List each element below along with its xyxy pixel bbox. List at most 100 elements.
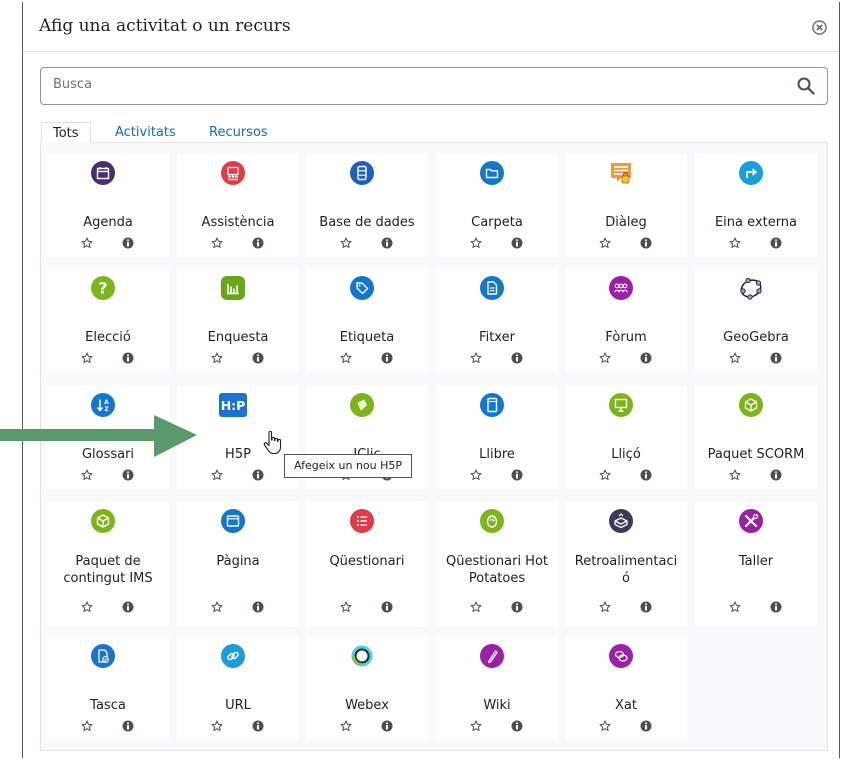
- info-icon[interactable]: [381, 601, 393, 613]
- star-icon[interactable]: [211, 469, 223, 481]
- module-card[interactable]: Fitxer: [436, 268, 558, 372]
- info-icon[interactable]: [640, 720, 652, 732]
- info-icon[interactable]: [770, 237, 782, 249]
- star-icon[interactable]: [470, 469, 482, 481]
- star-icon[interactable]: [599, 601, 611, 613]
- info-icon[interactable]: [770, 601, 782, 613]
- info-icon[interactable]: [122, 469, 134, 481]
- module-card[interactable]: Assistència: [177, 153, 299, 257]
- star-icon[interactable]: [599, 720, 611, 732]
- module-card[interactable]: Xat: [565, 636, 687, 740]
- star-icon[interactable]: [211, 720, 223, 732]
- info-icon[interactable]: [381, 720, 393, 732]
- star-icon[interactable]: [81, 469, 93, 481]
- tab-resources[interactable]: Recursos: [209, 122, 268, 143]
- info-icon[interactable]: [122, 352, 134, 364]
- module-label: Retroalimentaci ó: [574, 554, 678, 586]
- search-icon[interactable]: [797, 77, 815, 95]
- module-card[interactable]: Etiqueta: [306, 268, 428, 372]
- star-icon[interactable]: [81, 720, 93, 732]
- info-icon[interactable]: [252, 469, 264, 481]
- assignment-icon: [91, 644, 115, 668]
- close-icon[interactable]: [812, 20, 827, 35]
- module-card[interactable]: Wiki: [436, 636, 558, 740]
- info-icon[interactable]: [122, 720, 134, 732]
- info-icon[interactable]: [511, 601, 523, 613]
- info-icon[interactable]: [770, 469, 782, 481]
- info-icon[interactable]: [122, 601, 134, 613]
- star-icon[interactable]: [470, 237, 482, 249]
- info-icon[interactable]: [640, 352, 652, 364]
- info-icon[interactable]: [640, 601, 652, 613]
- module-card[interactable]: Qüestionari Hot Potatoes: [436, 501, 558, 627]
- info-icon[interactable]: [252, 352, 264, 364]
- module-card[interactable]: Pàgina: [177, 501, 299, 627]
- module-card[interactable]: Qüestionari: [306, 501, 428, 627]
- module-card[interactable]: Retroalimentaci ó: [565, 501, 687, 627]
- star-icon[interactable]: [81, 601, 93, 613]
- module-card[interactable]: Paquet SCORM: [695, 385, 817, 489]
- module-card[interactable]: ? Elecció: [47, 268, 169, 372]
- module-label: Wiki: [483, 698, 511, 713]
- module-card[interactable]: Webex: [306, 636, 428, 740]
- star-icon[interactable]: [340, 601, 352, 613]
- database-icon: [350, 161, 374, 185]
- info-icon[interactable]: [511, 237, 523, 249]
- hand-cursor-icon: [263, 430, 282, 455]
- info-icon[interactable]: [640, 237, 652, 249]
- star-icon[interactable]: [81, 237, 93, 249]
- info-icon[interactable]: [511, 352, 523, 364]
- module-card[interactable]: Paquet de contingut IMS: [47, 501, 169, 627]
- module-card[interactable]: Base de dades: [306, 153, 428, 257]
- star-icon[interactable]: [599, 237, 611, 249]
- star-icon[interactable]: [470, 601, 482, 613]
- star-icon[interactable]: [729, 237, 741, 249]
- module-card[interactable]: Llibre: [436, 385, 558, 489]
- star-icon[interactable]: [729, 601, 741, 613]
- star-icon[interactable]: [211, 237, 223, 249]
- page-icon: [221, 509, 245, 533]
- module-card[interactable]: Agenda: [47, 153, 169, 257]
- module-card[interactable]: Carpeta: [436, 153, 558, 257]
- star-icon[interactable]: [211, 352, 223, 364]
- tab-all[interactable]: Tots: [41, 122, 91, 143]
- star-icon[interactable]: [599, 352, 611, 364]
- info-icon[interactable]: [511, 720, 523, 732]
- star-icon[interactable]: [729, 352, 741, 364]
- star-icon[interactable]: [81, 352, 93, 364]
- info-icon[interactable]: [252, 720, 264, 732]
- star-icon[interactable]: [729, 469, 741, 481]
- module-card[interactable]: Tasca: [47, 636, 169, 740]
- module-card[interactable]: GeoGebra: [695, 268, 817, 372]
- info-icon[interactable]: [770, 352, 782, 364]
- module-card[interactable]: URL: [177, 636, 299, 740]
- star-icon[interactable]: [340, 237, 352, 249]
- info-icon[interactable]: [511, 469, 523, 481]
- tab-activities[interactable]: Activitats: [115, 122, 176, 143]
- module-label: Llibre: [479, 447, 515, 462]
- star-icon[interactable]: [340, 720, 352, 732]
- star-icon[interactable]: [470, 720, 482, 732]
- module-label: Qüestionari: [329, 554, 405, 569]
- star-icon[interactable]: [340, 352, 352, 364]
- module-card[interactable]: Diàleg: [565, 153, 687, 257]
- info-icon[interactable]: [381, 352, 393, 364]
- info-icon[interactable]: [640, 469, 652, 481]
- module-card[interactable]: Enquesta: [177, 268, 299, 372]
- info-icon[interactable]: [122, 237, 134, 249]
- ims-package-icon: [91, 509, 115, 533]
- search-input[interactable]: [53, 77, 753, 92]
- star-icon[interactable]: [211, 601, 223, 613]
- module-card[interactable]: Fòrum: [565, 268, 687, 372]
- module-card[interactable]: Taller: [695, 501, 817, 627]
- star-icon[interactable]: [599, 469, 611, 481]
- info-icon[interactable]: [252, 237, 264, 249]
- info-icon[interactable]: [252, 601, 264, 613]
- module-card[interactable]: Lliçó: [565, 385, 687, 489]
- lesson-icon: [609, 393, 633, 417]
- info-icon[interactable]: [381, 237, 393, 249]
- star-icon[interactable]: [470, 352, 482, 364]
- jclic-icon: [350, 393, 374, 417]
- chat-icon: [609, 644, 633, 668]
- module-card[interactable]: Eina externa: [695, 153, 817, 257]
